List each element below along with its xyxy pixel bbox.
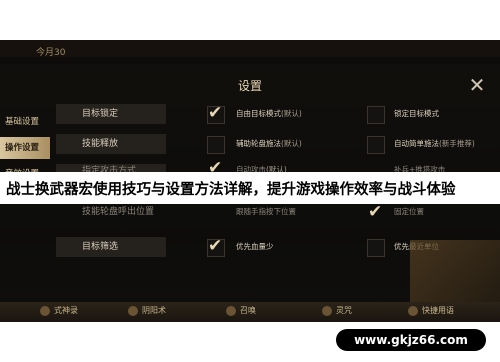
watermark: www.gkjz66.com xyxy=(336,329,486,351)
option-simple-cast-checkbox[interactable] xyxy=(367,136,385,154)
option-lock-target-label: 锁定目标模式 xyxy=(394,109,439,118)
bottom-item-curse[interactable]: 灵咒 xyxy=(322,305,352,316)
shikigami-icon xyxy=(40,305,50,316)
curse-icon xyxy=(322,305,332,316)
row-label-skill-cast: 技能释放 xyxy=(56,134,166,154)
bottom-bar: 式神录 阴阳术 召唤 灵咒 快捷用语 xyxy=(0,302,500,322)
option-fixed-position-label: 固定位置 xyxy=(394,207,424,216)
option-follow-finger-label: 跟随手指按下位置 xyxy=(236,207,296,216)
character-art xyxy=(410,240,500,310)
option-free-target-label: 自由目标模式(默认) xyxy=(236,109,302,118)
row-label-target-lock: 目标锁定 xyxy=(56,104,166,124)
settings-title: 设置 xyxy=(237,79,262,93)
check-icon: ✔ xyxy=(208,236,223,256)
option-lock-target-checkbox[interactable] xyxy=(367,106,385,124)
chat-icon xyxy=(408,305,418,316)
option-wheel-cast-checkbox[interactable] xyxy=(207,136,225,154)
caption-text: 战士换武器宏使用技巧与设置方法详解，提升游戏操作效率与战斗体验 xyxy=(6,182,456,198)
bottom-item-shikigami[interactable]: 式神录 xyxy=(40,305,78,316)
bottom-item-summon[interactable]: 召唤 xyxy=(226,305,256,316)
option-low-hp-label: 优先血量少 xyxy=(236,242,274,251)
bottom-item-spells[interactable]: 阴阳术 xyxy=(128,305,166,316)
spells-icon xyxy=(128,305,138,316)
row-label-wheel-position: 技能轮盘呼出位置 xyxy=(82,207,155,217)
option-nearest-unit-checkbox[interactable] xyxy=(367,239,385,257)
check-icon: ✔ xyxy=(208,103,223,123)
summon-icon xyxy=(226,305,236,316)
bottom-item-quick-phrases[interactable]: 快捷用语 xyxy=(408,305,454,316)
option-wheel-cast-label: 辅助轮盘施法(默认) xyxy=(236,139,302,148)
close-icon[interactable]: ✕ xyxy=(465,73,489,97)
sidebar-item-operation[interactable]: 操作设置 xyxy=(0,137,50,159)
caption-banner: 战士换武器宏使用技巧与设置方法详解，提升游戏操作效率与战斗体验 xyxy=(0,172,500,204)
sidebar-item-basic[interactable]: 基础设置 xyxy=(0,111,50,133)
row-label-target-filter: 目标筛选 xyxy=(56,237,166,257)
option-simple-cast-label: 自动简单施法(新手推荐) xyxy=(394,139,475,148)
check-icon: ✔ xyxy=(368,202,383,222)
